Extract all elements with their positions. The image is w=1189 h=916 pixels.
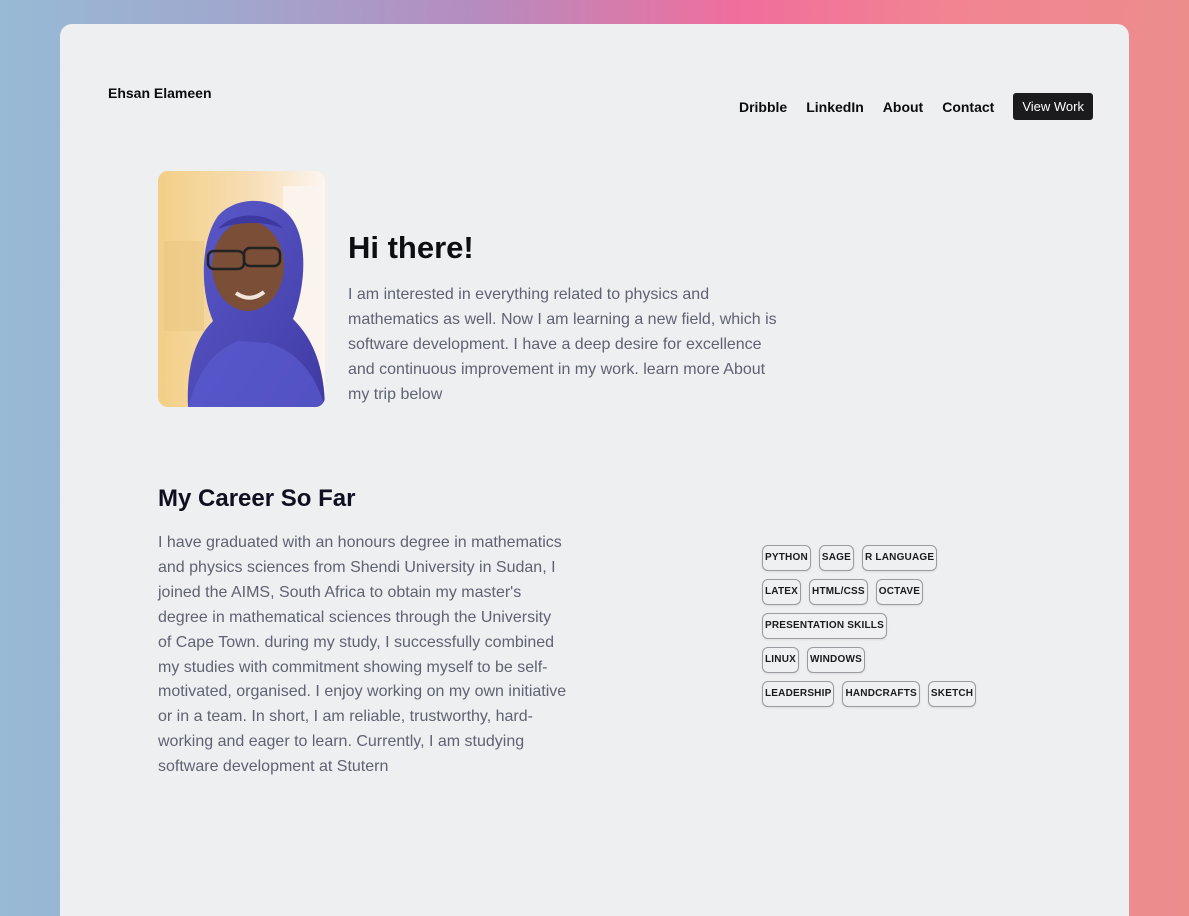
hero-title: Hi there! xyxy=(348,230,474,265)
brand-name[interactable]: Ehsan Elameen xyxy=(108,85,212,101)
skills-row: LATEX HTML/CSS OCTAVE xyxy=(762,579,984,605)
skill-chip-sketch: SKETCH xyxy=(927,681,977,707)
nav-link-dribble[interactable]: Dribble xyxy=(739,99,787,115)
skill-chip-latex: LATEX xyxy=(762,579,802,605)
skill-chip-linux: LINUX xyxy=(762,647,799,673)
hero-intro-text: I am interested in everything related to… xyxy=(348,286,777,403)
skill-chip-presentation-skills: PRESENTATION SKILLS xyxy=(762,613,887,639)
career-title: My Career So Far xyxy=(158,485,356,512)
skill-chip-windows: WINDOWS xyxy=(807,647,865,673)
skills-row: PRESENTATION SKILLS xyxy=(762,613,984,639)
skill-chip-octave: OCTAVE xyxy=(875,579,924,605)
career-text: I have graduated with an honours degree … xyxy=(158,534,567,776)
skills-row: PYTHON SAGE R LANGUAGE xyxy=(762,545,984,571)
main-card: Ehsan Elameen Dribble LinkedIn About Con… xyxy=(60,24,1129,916)
profile-photo xyxy=(158,171,325,407)
nav-link-contact[interactable]: Contact xyxy=(942,99,994,115)
skill-chip-sage: SAGE xyxy=(818,545,855,571)
skill-chip-html-css: HTML/CSS xyxy=(809,579,868,605)
view-work-button[interactable]: View Work xyxy=(1013,93,1093,120)
nav-link-about[interactable]: About xyxy=(883,99,923,115)
skill-chip-r-language: R LANGUAGE xyxy=(862,545,938,571)
skills-row: LINUX WINDOWS xyxy=(762,647,984,673)
skill-chip-python: PYTHON xyxy=(762,545,811,571)
skill-chip-handcrafts: HANDCRAFTS xyxy=(842,681,920,707)
skills-row: LEADERSHIP HANDCRAFTS SKETCH xyxy=(762,681,984,707)
skills-list: PYTHON SAGE R LANGUAGE LATEX HTML/CSS OC… xyxy=(762,545,984,715)
nav-link-linkedin[interactable]: LinkedIn xyxy=(806,99,864,115)
main-nav: Dribble LinkedIn About Contact View Work xyxy=(720,93,1093,120)
skill-chip-leadership: LEADERSHIP xyxy=(762,681,835,707)
